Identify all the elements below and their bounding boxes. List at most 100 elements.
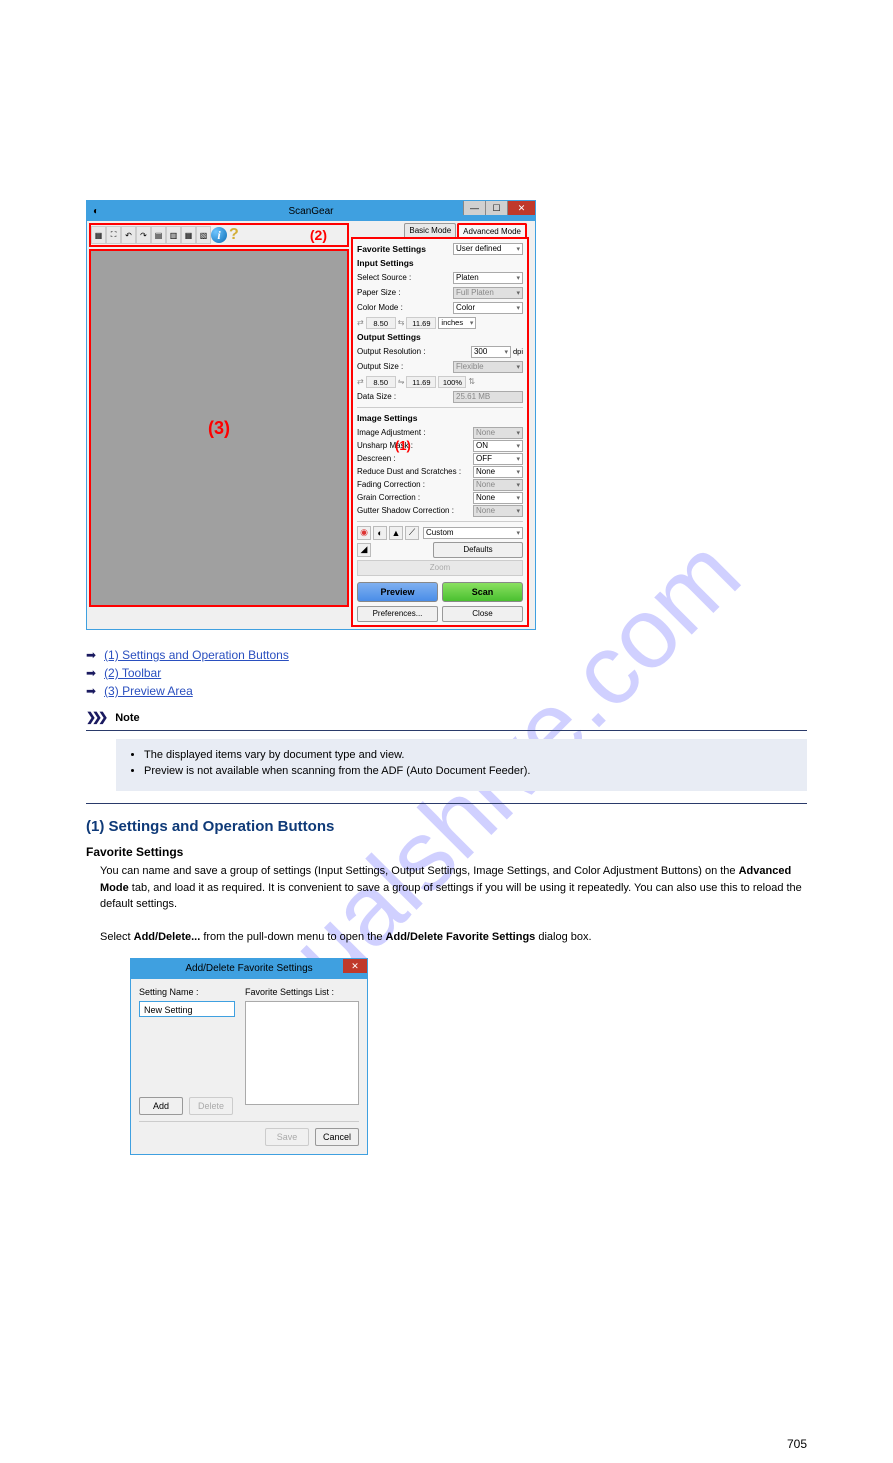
delete-button[interactable]: Delete [189, 1097, 233, 1115]
descreen-label: Descreen : [357, 454, 473, 463]
annotation-2: (2) [310, 227, 327, 243]
source-label: Select Source : [357, 273, 453, 282]
favorite-label: Favorite Settings [357, 243, 453, 255]
fav-settings-body: You can name and save a group of setting… [86, 863, 807, 946]
cancel-button[interactable]: Cancel [315, 1128, 359, 1146]
link-icon[interactable]: ⇋ [398, 377, 405, 386]
settings-panel: Favorite Settings User defined▾ Input Se… [351, 237, 529, 627]
add-button[interactable]: Add [139, 1097, 183, 1115]
preview-button[interactable]: Preview [357, 582, 438, 602]
input-height[interactable]: 11.69 [406, 317, 436, 329]
grain-label: Grain Correction : [357, 493, 473, 502]
spinner-icon[interactable]: ⇅ [468, 377, 475, 386]
favorite-dropdown[interactable]: User defined▾ [453, 243, 523, 255]
link-preview-area[interactable]: (3) Preview Area [104, 684, 193, 698]
note-arrows-icon: ❯❯❯ [86, 710, 104, 724]
datasize-value: 25.61 MB [453, 391, 523, 403]
adj-dropdown[interactable]: None▾ [473, 427, 523, 439]
histogram-icon[interactable]: ▲ [389, 526, 403, 540]
image-header: Image Settings [357, 412, 523, 424]
annotation-3: (3) [208, 418, 230, 439]
tab-basic[interactable]: Basic Mode [404, 223, 456, 237]
descreen-dropdown[interactable]: OFF▾ [473, 453, 523, 465]
fading-dropdown[interactable]: None▾ [473, 479, 523, 491]
output-pct[interactable]: 100% [438, 376, 466, 388]
res-dropdown[interactable]: 300▾ [471, 346, 511, 358]
titlebar: ◐ ScanGear — ☐ ✕ [87, 201, 535, 221]
output-height[interactable]: 11.69 [406, 376, 436, 388]
setting-name-label: Setting Name : [139, 987, 235, 997]
color-dropdown[interactable]: Color▾ [453, 302, 523, 314]
dialog-close-button[interactable]: ✕ [343, 959, 367, 973]
units-dropdown[interactable]: inches▾ [438, 317, 476, 329]
gutter-label: Gutter Shadow Correction : [357, 506, 473, 515]
input-header: Input Settings [357, 257, 523, 269]
maximize-button[interactable]: ☐ [485, 201, 507, 215]
arrow-icon: ➡ [86, 684, 96, 698]
preferences-button[interactable]: Preferences... [357, 606, 438, 622]
minimize-button[interactable]: — [463, 201, 485, 215]
rotate-left-icon[interactable]: ↶ [121, 226, 136, 244]
paper-label: Paper Size : [357, 288, 453, 297]
lock-icon[interactable]: ⇆ [398, 318, 405, 327]
defaults-button[interactable]: Defaults [433, 542, 523, 558]
fav-settings-header: Favorite Settings [86, 845, 807, 859]
setting-name-input[interactable]: New Setting [139, 1001, 235, 1017]
grid3-icon[interactable]: ▦ [181, 226, 196, 244]
window-title: ScanGear [288, 206, 333, 217]
source-dropdown[interactable]: Platen▾ [453, 272, 523, 284]
grid4-icon[interactable]: ▧ [196, 226, 211, 244]
outsize-dropdown[interactable]: Flexible▾ [453, 361, 523, 373]
save-button[interactable]: Save [265, 1128, 309, 1146]
dpi-label: dpi [513, 347, 523, 356]
saturation-icon[interactable]: ◉ [357, 526, 371, 540]
unsharp-label: Unsharp Mask : [357, 441, 473, 450]
close-button[interactable]: ✕ [507, 201, 535, 215]
width-icon: ⇄ [357, 318, 364, 327]
grain-dropdown[interactable]: None▾ [473, 492, 523, 504]
preview-area: (3) [89, 249, 349, 607]
brightness-icon[interactable]: ◐ [373, 526, 387, 540]
dialog-titlebar: Add/Delete Favorite Settings ✕ [131, 959, 367, 979]
tab-advanced[interactable]: Advanced Mode [457, 223, 527, 237]
unsharp-dropdown[interactable]: ON▾ [473, 440, 523, 452]
scan-button[interactable]: Scan [442, 582, 523, 602]
info-icon[interactable]: i [211, 227, 227, 243]
note-item: The displayed items vary by document typ… [144, 749, 795, 761]
link-toolbar[interactable]: (2) Toolbar [104, 666, 161, 680]
output-header: Output Settings [357, 331, 523, 343]
grid-icon[interactable]: ▤ [151, 226, 166, 244]
datasize-label: Data Size : [357, 392, 453, 401]
input-width[interactable]: 8.50 [366, 317, 396, 329]
rotate-right-icon[interactable]: ↷ [136, 226, 151, 244]
arrow-icon: ➡ [86, 648, 96, 662]
fav-list-label: Favorite Settings List : [245, 987, 359, 997]
section-title: (1) Settings and Operation Buttons [86, 818, 807, 835]
fav-list[interactable] [245, 1001, 359, 1105]
adj-label: Image Adjustment : [357, 428, 473, 437]
zoom-button[interactable]: Zoom [357, 560, 523, 576]
grid2-icon[interactable]: ▥ [166, 226, 181, 244]
help-icon[interactable]: ? [229, 226, 239, 244]
gutter-dropdown[interactable]: None▾ [473, 505, 523, 517]
dust-label: Reduce Dust and Scratches : [357, 467, 473, 476]
add-delete-dialog: Add/Delete Favorite Settings ✕ Setting N… [130, 958, 368, 1155]
toolbar: ▦ ⛶ ↶ ↷ ▤ ▥ ▦ ▧ i ? (2) [89, 223, 349, 247]
note-label: Note [115, 712, 139, 724]
dust-dropdown[interactable]: None▾ [473, 466, 523, 478]
close-app-button[interactable]: Close [442, 606, 523, 622]
crop-icon[interactable]: ⛶ [106, 226, 121, 244]
paper-dropdown[interactable]: Full Platen▾ [453, 287, 523, 299]
custom-dropdown[interactable]: Custom▾ [423, 527, 523, 539]
output-width[interactable]: 8.50 [366, 376, 396, 388]
eyedropper-icon[interactable]: ◢ [357, 543, 371, 557]
link-settings-buttons[interactable]: (1) Settings and Operation Buttons [104, 648, 289, 662]
scangear-window: ◐ ScanGear — ☐ ✕ ▦ ⛶ ↶ ↷ ▤ ▥ ▦ ▧ i ? [86, 200, 536, 630]
app-icon: ◐ [93, 206, 99, 217]
annotation-1: (1) [395, 438, 411, 453]
outsize-label: Output Size : [357, 362, 453, 371]
note-item: Preview is not available when scanning f… [144, 765, 795, 777]
thumbnail-icon[interactable]: ▦ [91, 226, 106, 244]
fading-label: Fading Correction : [357, 480, 473, 489]
curve-icon[interactable]: ⟋ [405, 526, 419, 540]
